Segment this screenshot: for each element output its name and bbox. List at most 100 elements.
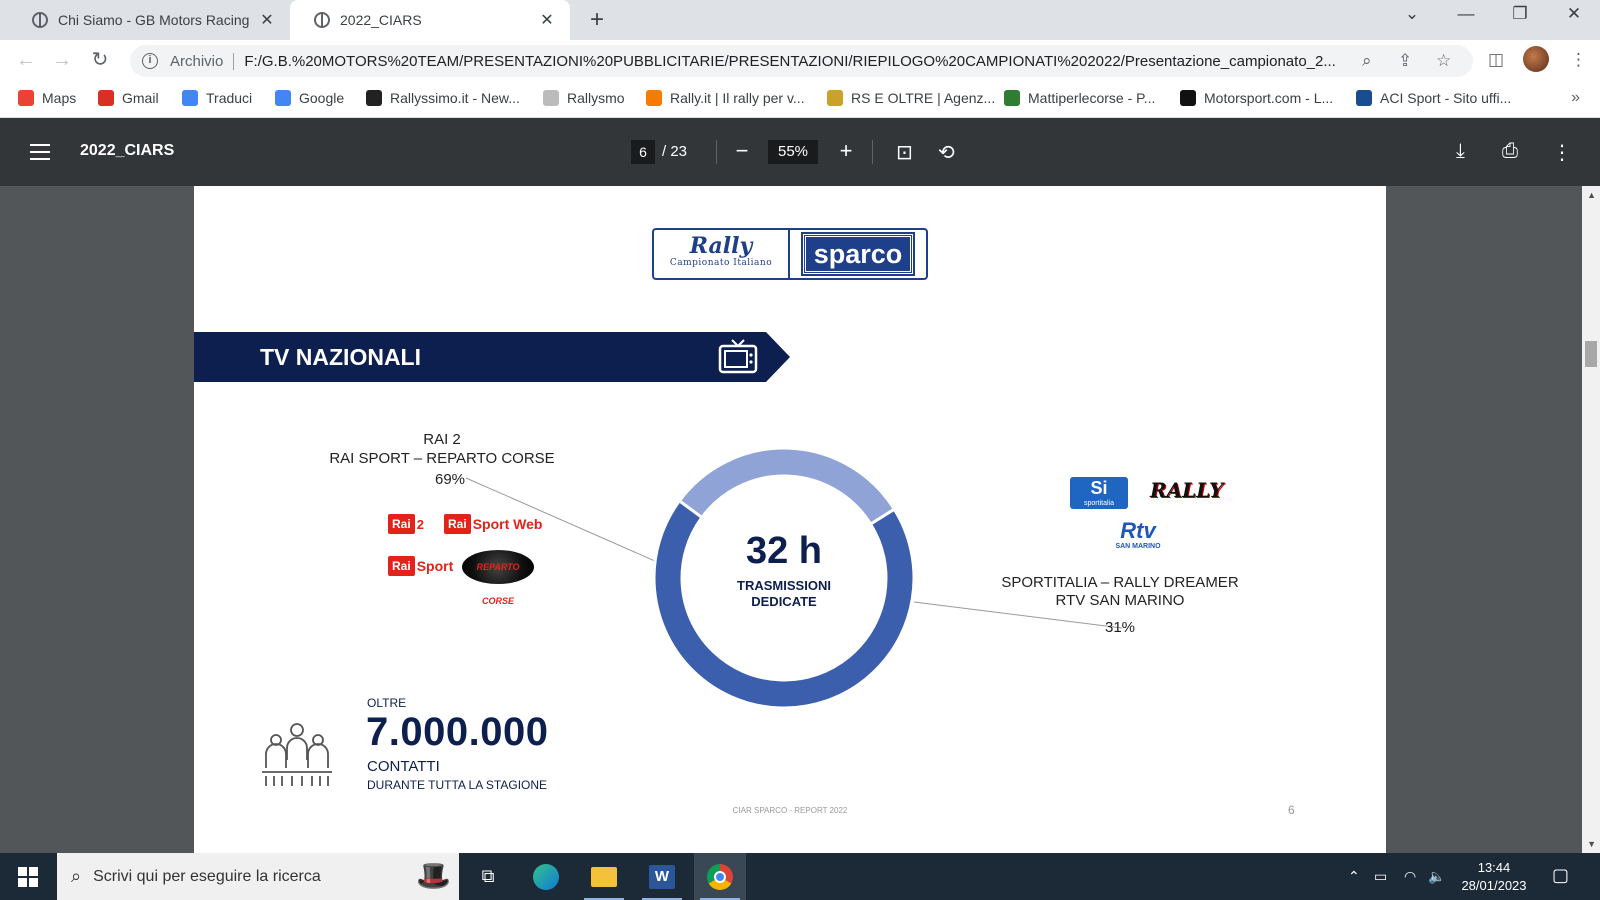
bookmark-mattiperlecorse[interactable]: Mattiperlecorse - P... [1004, 90, 1155, 106]
tab-chi-siamo[interactable]: Chi Siamo - GB Motors Racing ✕ [8, 0, 290, 40]
taskbar-search[interactable]: ⌕ Scrivi qui per eseguire la ricerca 🎩 [57, 853, 459, 900]
scrollbar[interactable]: ▲ ▼ [1582, 186, 1600, 853]
bookmark-google[interactable]: Google [275, 90, 344, 106]
bookmark-star-icon[interactable]: ☆ [1436, 51, 1451, 71]
chrome-menu-icon[interactable]: ⋮ [1570, 50, 1587, 70]
sportitalia-subtext: sportitalia [1084, 500, 1114, 507]
gmail-icon [98, 90, 114, 106]
checkered-flag-icon [366, 90, 382, 106]
zoom-out-button[interactable]: − [729, 138, 755, 164]
bookmark-label: Gmail [122, 90, 159, 106]
pdf-viewport[interactable]: Rally Campionato Italiano sparco TV NAZI… [0, 186, 1600, 853]
bookmark-traduci[interactable]: Traduci [182, 90, 252, 106]
scroll-up-arrow-icon[interactable]: ▲ [1587, 190, 1596, 200]
aci-sport-icon [1356, 90, 1372, 106]
slide-page-number: 6 [1288, 803, 1295, 817]
more-options-icon[interactable]: ⋮ [1552, 140, 1572, 165]
battery-icon[interactable]: ▭ [1374, 868, 1387, 885]
rai2-num: 2 [416, 516, 424, 532]
volume-icon[interactable]: 🔈 [1428, 868, 1445, 885]
rotate-icon[interactable]: ⟲ [938, 140, 955, 165]
word-app[interactable]: W [636, 853, 688, 900]
edge-icon [533, 863, 559, 890]
menu-icon[interactable] [30, 144, 50, 160]
search-placeholder: Scrivi qui per eseguire la ricerca [93, 867, 321, 885]
url-text[interactable]: F:/G.B.%20MOTORS%20TEAM/PRESENTAZIONI%20… [244, 53, 1364, 70]
rs-icon [827, 90, 843, 106]
chrome-app[interactable] [694, 853, 746, 900]
chrome-icon [707, 863, 733, 890]
restore-button[interactable]: ❐ [1500, 4, 1540, 24]
download-icon[interactable]: ⤓ [1456, 140, 1465, 163]
clock-time: 13:44 [1477, 860, 1511, 875]
globe-icon [314, 12, 330, 28]
scrollbar-thumb[interactable] [1585, 341, 1597, 367]
file-explorer-app[interactable] [578, 853, 630, 900]
more-bookmarks-icon[interactable]: » [1571, 89, 1580, 107]
bookmark-motorsport[interactable]: Motorsport.com - L... [1180, 90, 1333, 106]
rai-box: Rai [388, 514, 415, 534]
bookmark-label: Motorsport.com - L... [1204, 90, 1334, 106]
bookmark-rallyssimo[interactable]: Rallyssimo.it - New... [366, 90, 520, 106]
stat-sublabel: DURANTE TUTTA LA STAGIONE [367, 778, 548, 792]
task-view-button[interactable]: ⧉ [462, 853, 514, 900]
rally-dreamer-logo: RALLY [1150, 478, 1224, 502]
rtv-text: Rtv [1120, 518, 1156, 543]
bookmark-rally-it[interactable]: Rally.it | Il rally per v... [646, 90, 805, 106]
bookmark-rallysmo[interactable]: Rallysmo [543, 90, 625, 106]
minimize-button[interactable]: — [1446, 4, 1486, 24]
zoom-icon[interactable]: ⌕ [1362, 51, 1372, 71]
profile-avatar[interactable] [1523, 46, 1549, 72]
tab-title: 2022_CIARS [340, 12, 422, 28]
address-bar[interactable]: i Archivio F:/G.B.%20MOTORS%20TEAM/PRESE… [130, 45, 1473, 77]
reload-button[interactable]: ↻ [88, 48, 112, 72]
tab-search-icon[interactable]: ⌄ [1392, 4, 1432, 24]
bookmark-label: Rallysmo [567, 90, 625, 106]
rai-box: Rai [444, 514, 471, 534]
close-window-button[interactable]: ✕ [1554, 4, 1594, 24]
page-number-input[interactable]: 6 [631, 140, 655, 164]
page-footer: CIAR SPARCO - REPORT 2022 [732, 806, 848, 815]
bookmark-gmail[interactable]: Gmail [98, 90, 159, 106]
right-label-line2: RTV SAN MARINO [1055, 592, 1185, 609]
rai-sport-web-text: Sport Web [472, 516, 543, 532]
maps-icon [18, 90, 34, 106]
windows-start-button[interactable] [18, 867, 38, 887]
zoom-in-button[interactable]: + [833, 138, 859, 164]
zoom-input[interactable]: 55% [768, 140, 818, 164]
clock[interactable]: 13:44 28/01/2023 [1452, 859, 1536, 895]
close-tab-icon[interactable]: ✕ [538, 10, 556, 30]
share-icon[interactable]: ⇪ [1398, 51, 1412, 71]
reparto-corse-logo: REPARTO CORSE [462, 550, 534, 606]
bookmark-aci-sport[interactable]: ACI Sport - Sito uffi... [1356, 90, 1511, 106]
fit-page-icon[interactable]: ⊡ [896, 140, 913, 165]
tab-strip: Chi Siamo - GB Motors Racing ✕ 2022_CIAR… [0, 0, 1600, 40]
word-icon: W [649, 864, 675, 889]
edge-app[interactable] [520, 853, 572, 900]
clock-date: 28/01/2023 [1461, 878, 1527, 893]
back-button[interactable]: ← [14, 48, 38, 72]
tab-title: Chi Siamo - GB Motors Racing [58, 12, 250, 28]
sportitalia-text: Si [1090, 478, 1108, 498]
bookmark-rs-e-oltre[interactable]: RS E OLTRE | Agenz... [827, 90, 995, 106]
rai-box: Rai [388, 556, 415, 576]
search-highlight-icon[interactable]: 🎩 [416, 859, 451, 892]
forward-button[interactable]: → [50, 48, 74, 72]
info-icon[interactable]: i [142, 53, 158, 69]
close-tab-icon[interactable]: ✕ [258, 10, 276, 30]
rtv-subtext: SAN MARINO [1115, 543, 1161, 550]
scroll-down-arrow-icon[interactable]: ▼ [1587, 839, 1596, 849]
tab-2022-ciars[interactable]: 2022_CIARS ✕ [290, 0, 570, 40]
show-hidden-icons[interactable]: ⌃ [1348, 868, 1360, 885]
bookmark-label: Traduci [206, 90, 253, 106]
pdf-toolbar: 2022_CIARS 6 / 23 − 55% + ⊡ ⟲ ⤓ ⎙ ⋮ [0, 118, 1600, 186]
notifications-icon[interactable]: ▢ [1552, 865, 1569, 886]
side-panel-icon[interactable]: ◫ [1488, 50, 1504, 70]
wifi-icon[interactable]: ◠ [1404, 868, 1416, 885]
bookmark-label: Maps [42, 90, 77, 106]
new-tab-button[interactable]: + [584, 6, 610, 34]
bookmark-maps[interactable]: Maps [18, 90, 76, 106]
print-icon[interactable]: ⎙ [1502, 140, 1518, 163]
bookmarks-bar: Maps Gmail Traduci Google Rallyssimo.it … [0, 82, 1600, 118]
pdf-page: Rally Campionato Italiano sparco TV NAZI… [194, 186, 1386, 853]
